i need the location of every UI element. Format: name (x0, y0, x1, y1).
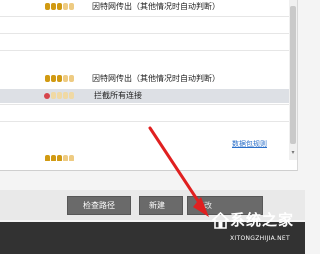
rule-label: 因特网传出（其他情况时自动判断） (92, 2, 220, 11)
security-level-icon (45, 3, 74, 11)
watermark-url: XITONGZHIJIA.NET (230, 235, 290, 242)
rule-list-panel: 因特网传出（其他情况时自动判断） 因特网传出（其他情况时自动判断） 拦截所有连接… (0, 0, 298, 171)
rule-label: 因特网传出（其他情况时自动判断） (92, 74, 220, 83)
firewall-rules-window: 因特网传出（其他情况时自动判断） 因特网传出（其他情况时自动判断） 拦截所有连接… (0, 0, 305, 254)
rule-row-partial[interactable] (0, 155, 290, 161)
house-logo-icon (212, 212, 229, 229)
watermark: 系统之家 XITONGZHIJIA.NET (212, 208, 305, 254)
security-level-icon (45, 75, 74, 83)
rule-row[interactable]: 因特网传出（其他情况时自动判断） (0, 72, 290, 86)
rule-label: 拦截所有连接 (94, 91, 142, 100)
packet-rules-link[interactable]: 数据包规则 (232, 139, 267, 149)
check-path-button[interactable]: 检查路径 (67, 196, 131, 215)
scroll-down-icon[interactable]: ▾ (290, 150, 296, 156)
watermark-title: 系统之家 (230, 211, 295, 229)
new-button[interactable]: 新建 (139, 196, 183, 215)
rule-row[interactable]: 因特网传出（其他情况时自动判断） (0, 0, 290, 14)
rule-row-selected[interactable]: 拦截所有连接 (0, 89, 290, 103)
vertical-scrollbar[interactable]: ▾ (289, 0, 297, 160)
scroll-thumb[interactable] (290, 6, 296, 144)
security-level-icon (45, 155, 74, 161)
blocked-level-icon (44, 92, 74, 100)
